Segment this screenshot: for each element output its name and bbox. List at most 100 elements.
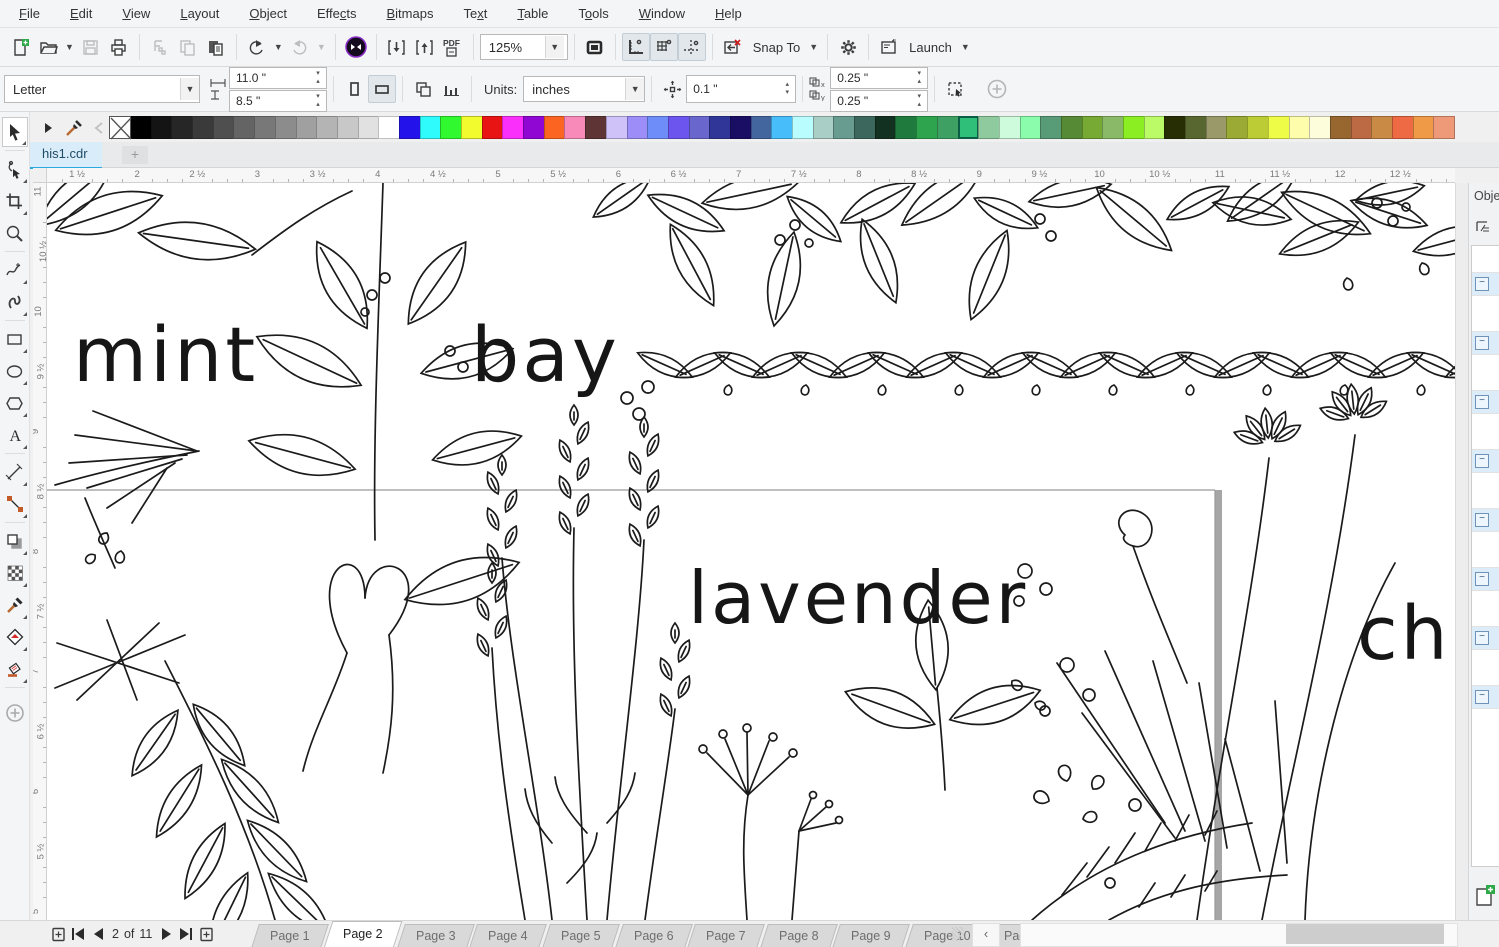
paste-button[interactable] [202,33,230,61]
add-page-before-button[interactable] [48,924,68,944]
color-swatch[interactable] [378,116,400,139]
color-swatch[interactable] [1102,116,1124,139]
color-swatch[interactable] [1289,116,1311,139]
page-tab-page-9[interactable]: Page 9 [832,924,909,947]
menu-tools[interactable]: Tools [563,0,623,28]
collapse-icon[interactable]: − [1475,277,1489,291]
color-swatch[interactable] [358,116,380,139]
export-button[interactable] [411,33,439,61]
launch-caret[interactable]: ▼ [958,42,973,52]
palette-flyout-icon[interactable] [44,122,53,134]
page-size-preset-value[interactable]: Letter [5,82,180,97]
drop-shadow-tool[interactable] [2,526,28,556]
color-swatch[interactable] [668,116,690,139]
units-caret[interactable]: ▼ [625,78,644,100]
color-swatch[interactable] [130,116,152,139]
color-swatch[interactable] [978,116,1000,139]
color-swatch[interactable] [730,116,752,139]
artistic-media-tool[interactable] [2,287,28,317]
color-swatch[interactable] [813,116,835,139]
snap-to-label[interactable]: Snap To [747,40,806,55]
docker-edge-strip[interactable] [1455,183,1468,920]
menu-edit[interactable]: Edit [55,0,107,28]
welcome-screen-icon[interactable] [342,33,370,61]
drawing-canvas[interactable]: mint bay lavender chi [47,183,1455,920]
color-swatch[interactable] [1020,116,1042,139]
no-color-swatch[interactable] [109,116,131,139]
color-swatch[interactable] [916,116,938,139]
nudge-spinner[interactable]: ▴▾ [779,81,795,97]
color-swatch[interactable] [275,116,297,139]
menu-bitmaps[interactable]: Bitmaps [371,0,448,28]
page-tab-page-3[interactable]: Page 3 [397,924,474,947]
color-swatch[interactable] [254,116,276,139]
object-row[interactable]: − [1472,390,1499,414]
scroll-tabs-left-button[interactable]: ‹ [972,923,1000,947]
smart-fill-tool[interactable] [2,654,28,684]
menu-help[interactable]: Help [700,0,757,28]
transparency-tool[interactable] [2,558,28,588]
open-button[interactable] [34,33,62,61]
docker-options-icon[interactable] [1473,217,1493,237]
snap-off-button[interactable] [719,33,747,61]
color-swatch[interactable] [1185,116,1207,139]
document-tab[interactable]: his1.cdr [28,142,102,169]
open-dropdown-caret[interactable]: ▼ [62,42,77,52]
duplicate-x-spinner[interactable]: ▾▴ [911,70,927,86]
zoom-tool[interactable] [2,218,28,248]
page-size-caret[interactable]: ▼ [180,78,199,100]
color-swatch[interactable] [792,116,814,139]
publish-pdf-button[interactable]: PDF [439,33,467,61]
horizontal-scrollbar-thumb[interactable] [1286,924,1444,944]
zoom-level-combo[interactable]: 125% ▼ [480,34,568,60]
color-swatch[interactable] [1123,116,1145,139]
color-swatch[interactable] [316,116,338,139]
crop-tool[interactable] [2,186,28,216]
launch-label[interactable]: Launch [903,40,958,55]
color-swatch[interactable] [151,116,173,139]
color-swatch[interactable] [1351,116,1373,139]
color-swatch[interactable] [502,116,524,139]
units-value[interactable]: inches [524,82,625,97]
rectangle-tool[interactable] [2,324,28,354]
copy-button[interactable] [174,33,202,61]
color-swatch[interactable] [627,116,649,139]
horizontal-scrollbar[interactable] [1020,923,1458,947]
color-swatch[interactable] [1330,116,1352,139]
page-width-field[interactable]: 11.0 " ▾▴ [229,67,327,89]
shape-tool[interactable] [2,154,28,184]
collapse-icon[interactable]: − [1475,336,1489,350]
ellipse-tool[interactable] [2,356,28,386]
duplicate-y-field[interactable]: 0.25 " ▾▴ [830,90,928,112]
object-row[interactable]: − [1472,685,1499,709]
launch-panel-icon[interactable] [875,33,903,61]
new-document-button[interactable] [6,33,34,61]
color-swatch[interactable] [1268,116,1290,139]
color-swatch[interactable] [192,116,214,139]
color-swatch[interactable] [895,116,917,139]
page-tab-page-6[interactable]: Page 6 [615,924,692,947]
vertical-ruler[interactable]: 1110 ½109 ½98 ½87 ½76 ½65 ½5 [33,183,47,920]
duplicate-y-spinner[interactable]: ▾▴ [911,93,927,109]
color-swatch[interactable] [1040,116,1062,139]
object-row[interactable]: − [1472,508,1499,532]
color-swatch[interactable] [171,116,193,139]
color-swatch[interactable] [937,116,959,139]
new-layer-icon[interactable] [1473,883,1497,909]
menu-effects[interactable]: Effects [302,0,372,28]
units-dropdown[interactable]: inches ▼ [523,76,645,102]
first-page-button[interactable] [68,924,88,944]
color-swatch[interactable] [544,116,566,139]
collapse-icon[interactable]: − [1475,572,1489,586]
page-width-value[interactable]: 11.0 " [230,71,310,85]
color-swatch[interactable] [337,116,359,139]
all-pages-layout-button[interactable] [409,75,437,103]
collapse-icon[interactable]: − [1475,690,1489,704]
color-swatch[interactable] [875,116,897,139]
page-height-spinner[interactable]: ▾▴ [310,93,326,109]
landscape-orientation-button[interactable] [368,75,396,103]
color-swatch[interactable] [296,116,318,139]
pick-tool[interactable] [2,117,28,147]
object-row[interactable]: − [1472,272,1499,296]
object-row[interactable]: − [1472,449,1499,473]
